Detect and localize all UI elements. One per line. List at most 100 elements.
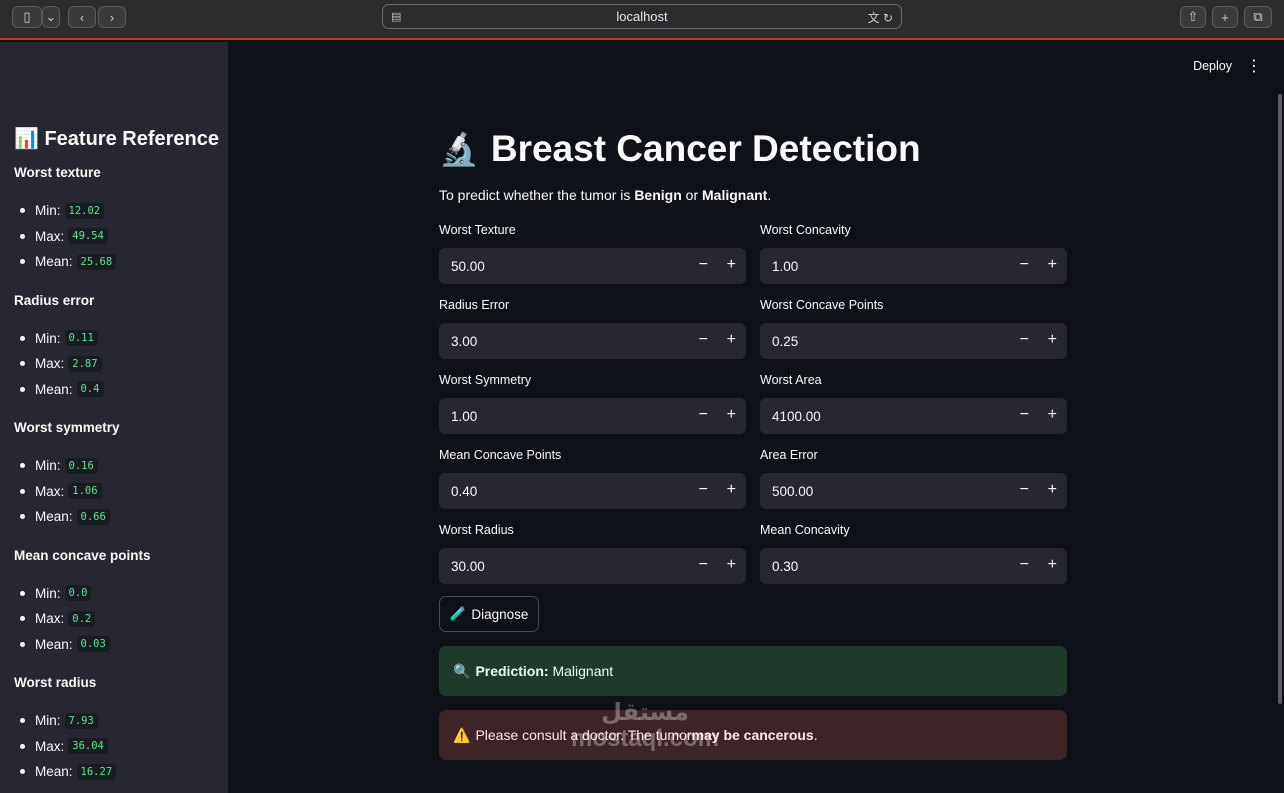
test-tube-icon: 🧪 <box>449 606 467 621</box>
bullet-icon <box>20 233 25 239</box>
decrement-button[interactable]: − <box>699 406 708 424</box>
stat-max: Max: 2.87 <box>14 351 214 377</box>
increment-button[interactable]: + <box>727 556 736 574</box>
feature-item: Worst symmetry Min: 0.16 Max: 1.06 Mean: 0.… <box>14 420 214 530</box>
number-value[interactable]: 1.00 <box>451 409 477 424</box>
back-button[interactable]: ‹ <box>68 6 96 28</box>
number-value[interactable]: 3.00 <box>451 334 477 349</box>
watermark: مستقل mostaql.com <box>560 699 730 753</box>
stat-value: 0.4 <box>76 381 104 398</box>
share-button[interactable]: ⇧ <box>1180 6 1206 28</box>
number-field: Worst Radius 30.00 − + <box>439 523 746 584</box>
diagnose-button[interactable]: 🧪 Diagnose <box>439 596 539 632</box>
number-input[interactable]: 500.00 − + <box>760 473 1067 509</box>
number-value[interactable]: 500.00 <box>772 484 813 499</box>
new-tab-button[interactable]: + <box>1212 6 1238 28</box>
forward-button[interactable]: › <box>98 6 126 28</box>
bullet-icon <box>20 590 25 596</box>
stat-value: 7.93 <box>64 712 98 729</box>
feature-list: Worst texture Min: 12.02 Max: 49.54 Mean: 2… <box>14 165 214 785</box>
bullet-icon <box>20 335 25 341</box>
stat-label: Min: <box>35 330 61 346</box>
stat-value: 25.68 <box>76 253 117 270</box>
content: 🔬 Breast Cancer Detection To predict whe… <box>439 124 1067 760</box>
more-menu-icon[interactable]: ⋮ <box>1246 56 1262 76</box>
stat-value: 0.66 <box>76 508 110 525</box>
increment-button[interactable]: + <box>1048 481 1057 499</box>
bullet-icon <box>20 616 25 622</box>
address-bar[interactable]: ▤ localhost 文 ↻ <box>382 4 902 29</box>
decrement-button[interactable]: − <box>699 556 708 574</box>
decrement-button[interactable]: − <box>1020 406 1029 424</box>
stat-label: Max: <box>35 611 65 627</box>
decrement-button[interactable]: − <box>699 331 708 349</box>
increment-button[interactable]: + <box>727 406 736 424</box>
decrement-button[interactable]: − <box>699 256 708 274</box>
feature-name: Worst texture <box>14 165 101 180</box>
number-value[interactable]: 50.00 <box>451 259 485 274</box>
increment-button[interactable]: + <box>727 331 736 349</box>
number-value[interactable]: 1.00 <box>772 259 798 274</box>
number-input[interactable]: 4100.00 − + <box>760 398 1067 434</box>
bullet-icon <box>20 718 25 724</box>
stat-value: 0.03 <box>76 636 110 653</box>
increment-button[interactable]: + <box>1048 556 1057 574</box>
number-value[interactable]: 0.40 <box>451 484 477 499</box>
field-label: Worst Symmetry <box>439 373 532 387</box>
bullet-icon <box>20 641 25 647</box>
stat-value: 12.02 <box>64 202 105 219</box>
number-value[interactable]: 0.25 <box>772 334 798 349</box>
deploy-button[interactable]: Deploy <box>1193 59 1232 73</box>
number-input[interactable]: 0.40 − + <box>439 473 746 509</box>
number-input[interactable]: 0.25 − + <box>760 323 1067 359</box>
feature-item: Worst texture Min: 12.02 Max: 49.54 Mean: 2… <box>14 165 214 275</box>
tab-group-dropdown-button[interactable]: ⌄ <box>42 6 60 28</box>
bullet-icon <box>20 769 25 775</box>
subtitle-or: or <box>681 187 702 203</box>
decrement-button[interactable]: − <box>1020 256 1029 274</box>
watermark-latin: mostaql.com <box>570 725 720 753</box>
increment-button[interactable]: + <box>1048 331 1057 349</box>
bullet-icon <box>20 743 25 749</box>
feature-item: Worst radius Min: 7.93 Max: 36.04 Mean: 16.… <box>14 675 214 785</box>
decrement-button[interactable]: − <box>699 481 708 499</box>
decrement-button[interactable]: − <box>1020 556 1029 574</box>
stat-label: Min: <box>35 458 61 474</box>
number-field: Worst Concavity 1.00 − + <box>760 223 1067 284</box>
number-value[interactable]: 30.00 <box>451 559 485 574</box>
sidebar-toggle-button[interactable]: ▯ <box>12 6 42 28</box>
number-input[interactable]: 3.00 − + <box>439 323 746 359</box>
number-input[interactable]: 1.00 − + <box>760 248 1067 284</box>
stat-min: Min: 0.0 <box>14 581 214 607</box>
scrollbar[interactable] <box>1278 94 1282 704</box>
number-input[interactable]: 0.30 − + <box>760 548 1067 584</box>
number-input[interactable]: 50.00 − + <box>439 248 746 284</box>
increment-button[interactable]: + <box>1048 256 1057 274</box>
number-value[interactable]: 0.30 <box>772 559 798 574</box>
tab-overview-button[interactable]: ⧉ <box>1244 6 1272 28</box>
feature-item: Radius error Min: 0.11 Max: 2.87 Mean: 0.4 <box>14 293 214 403</box>
number-input[interactable]: 1.00 − + <box>439 398 746 434</box>
increment-button[interactable]: + <box>1048 406 1057 424</box>
bullet-icon <box>20 514 25 520</box>
increment-button[interactable]: + <box>727 256 736 274</box>
decrement-button[interactable]: − <box>1020 481 1029 499</box>
stat-max: Max: 49.54 <box>14 224 214 250</box>
number-field: Area Error 500.00 − + <box>760 448 1067 509</box>
decrement-button[interactable]: − <box>1020 331 1029 349</box>
subtitle: To predict whether the tumor is Benign o… <box>439 187 1067 207</box>
increment-button[interactable]: + <box>727 481 736 499</box>
feature-name: Radius error <box>14 292 95 308</box>
stat-label: Mean: <box>35 254 73 270</box>
stat-label: Min: <box>35 585 61 601</box>
stat-label: Mean: <box>35 509 73 525</box>
field-label: Radius Error <box>439 298 510 312</box>
watermark-arabic: مستقل <box>601 699 689 726</box>
stat-max: Max: 0.2 <box>14 606 214 632</box>
page-settings-icon[interactable]: ▤ <box>391 10 401 23</box>
translate-reload-icon[interactable]: 文 ↻ <box>868 9 893 26</box>
bullet-icon <box>20 208 25 214</box>
number-input[interactable]: 30.00 − + <box>439 548 746 584</box>
number-value[interactable]: 4100.00 <box>772 409 821 424</box>
field-label: Worst Concave Points <box>760 298 884 312</box>
